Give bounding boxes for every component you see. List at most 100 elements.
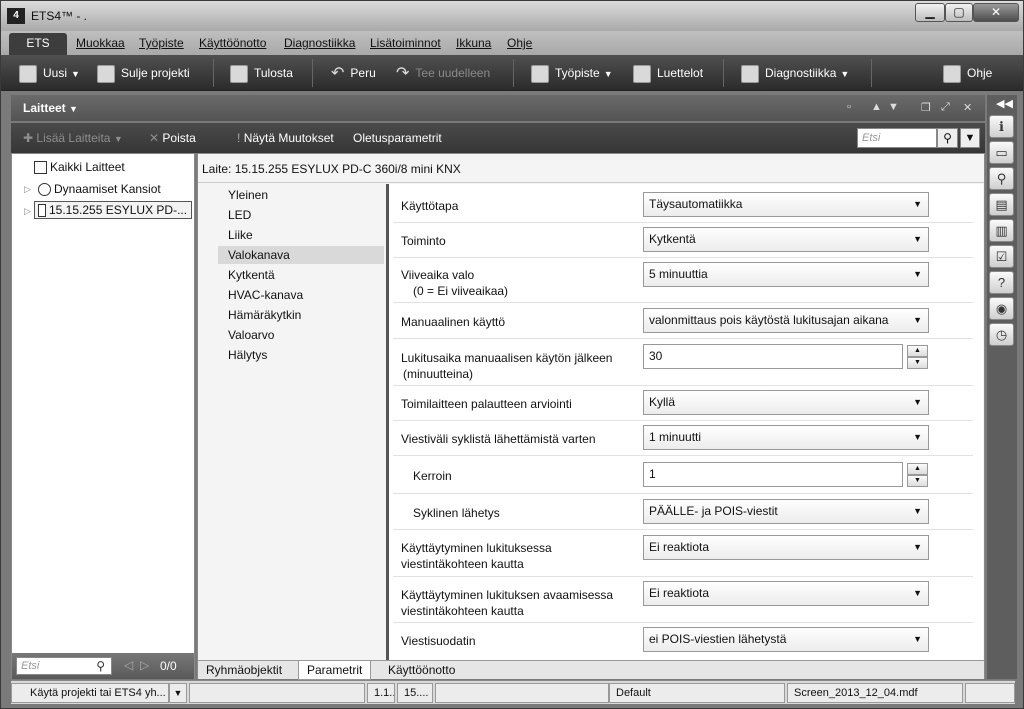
delete-button[interactable]: ✕ Poista [149,131,196,145]
close-project-button[interactable]: Sulje projekti [97,61,190,85]
menu-diagnostiikka[interactable]: Diagnostiikka [284,36,355,50]
menu-ohje[interactable]: Ohje [507,36,532,50]
undo-button[interactable]: ↶ Peru [331,61,376,85]
filter-icon[interactable]: ▼ [960,128,980,148]
menu-ets[interactable]: ETS [9,33,67,55]
menu-kayttoonotto[interactable]: Käyttöönotto [199,36,266,50]
search-icon[interactable]: ⚲ [937,128,958,148]
menu-lisatoiminnot[interactable]: Lisätoiminnot [370,36,441,50]
book-icon[interactable]: ▥ [989,219,1014,242]
chevron-down-icon: ▼ [71,69,80,79]
checklist-icon[interactable]: ☑ [989,245,1014,268]
chart-icon [741,64,759,83]
param-label: Käyttäytyminen lukituksessa [401,541,552,555]
media-icon[interactable]: ◉ [989,297,1014,320]
print-button[interactable]: Tulosta [230,61,293,85]
spin-up-icon[interactable]: ▲ [907,345,928,357]
workspace-button[interactable]: Työpiste ▼ [531,61,613,85]
tree-search-input[interactable]: Etsi ⚲ [16,657,112,675]
toolbar-divider [213,59,214,87]
dropdown-arrow-icon: ▼ [913,269,922,279]
tab-parameters[interactable]: Parametrit [298,661,372,680]
param-select-toiminto[interactable]: Kytkentä ▼ [643,227,929,252]
category-valokanava[interactable]: Valokanava [218,246,384,264]
category-yleinen[interactable]: Yleinen [218,186,384,204]
catalogs-button[interactable]: Luettelot [633,61,703,85]
previous-icon[interactable]: ◁ [124,658,133,672]
menu-ikkuna[interactable]: Ikkuna [456,36,491,50]
param-select-palaute[interactable]: Kyllä ▼ [643,390,929,415]
dropdown-arrow-icon: ▼ [913,588,922,598]
param-label: Viestisuodatin [401,634,476,648]
right-sidebar: ◀◀ ℹ ▭ ⚲ ▤ ▥ ☑ ? ◉ ◷ [987,95,1017,679]
category-hamarakytkin[interactable]: Hämäräkytkin [218,306,384,324]
add-devices-button[interactable]: ✚ Lisää Laitteita ▼ [23,131,123,145]
status-bar: Käytä projekti tai ETS4 yh... ▼ 1.1... 1… [11,680,1015,704]
divider [393,257,973,258]
panel-close-icon[interactable]: ✕ [963,101,972,114]
category-liike[interactable]: Liike [218,226,384,244]
panel-restore-icon[interactable]: ❐ [921,101,931,114]
parameter-list: Käyttötapa Täysautomatiikka ▼ Toiminto Ky… [389,184,983,660]
category-hvac-kanava[interactable]: HVAC-kanava [218,286,384,304]
help-button[interactable]: Ohje [943,61,992,85]
panel-title[interactable]: Laitteet ▼ [23,101,78,115]
category-kytkenta[interactable]: Kytkentä [218,266,384,284]
clock-icon[interactable]: ◷ [989,323,1014,346]
help-document-icon [943,64,961,83]
param-input-kerroin[interactable]: 1 [643,462,903,487]
show-changes-button[interactable]: ! Näytä Muutokset [237,131,334,145]
menu-muokkaa[interactable]: Muokkaa [76,36,125,50]
maximize-button[interactable]: ▢ [945,3,973,22]
param-select-kayttotapa[interactable]: Täysautomatiikka ▼ [643,192,929,217]
param-select-manuaalinen-kaytto[interactable]: valonmittaus pois käytöstä lukitusajan a… [643,308,929,333]
tree-item-all-devices[interactable]: Kaikki Laitteet [34,160,125,175]
param-select-viestisuodatin[interactable]: ei POIS-viestien lähetystä ▼ [643,627,929,652]
divider [393,529,973,530]
default-parameters-button[interactable]: Oletusparametrit [353,131,442,145]
expand-icon[interactable]: ▷ [24,184,31,195]
category-halytys[interactable]: Hälytys [218,346,384,364]
param-input-lukitusaika[interactable]: 30 [643,344,903,369]
window-icon[interactable]: ▤ [989,193,1014,216]
expand-icon[interactable]: ▷ [24,206,31,217]
tab-commissioning[interactable]: Käyttöönotto [380,661,463,680]
tree-item-dynamic-folders[interactable]: Dynaamiset Kansiot [38,182,161,197]
tab-group-objects[interactable]: Ryhmäobjektit [198,661,290,680]
devices-search-input[interactable]: Etsi [857,128,937,148]
redo-button[interactable]: ↷ Tee uudelleen [396,61,490,85]
help-icon[interactable]: ? [989,271,1014,294]
category-led[interactable]: LED [218,206,384,224]
devices-toolbar: ✚ Lisää Laitteita ▼ ✕ Poista ! Näytä Muu… [11,123,985,153]
collapse-sidebar-icon[interactable]: ◀◀ [996,97,1013,110]
param-select-syklinen-lahetys[interactable]: PÄÄLLE- ja POIS-viestit ▼ [643,499,929,524]
minimize-button[interactable]: ▁ [915,3,945,22]
info-icon[interactable]: ℹ [989,115,1014,138]
new-button[interactable]: Uusi ▼ [19,61,80,85]
new-document-icon [19,64,37,83]
magnifier-icon[interactable]: ⚲ [989,167,1014,190]
panel-pin-icon[interactable]: ▫ [847,101,851,113]
param-select-viiveaika[interactable]: 5 minuuttia ▼ [643,262,929,287]
panel-down-icon[interactable]: ▼ [888,101,899,113]
param-select-lukitus[interactable]: Ei reaktiota ▼ [643,535,929,560]
param-select-lukituksen-avaus[interactable]: Ei reaktiota ▼ [643,581,929,606]
panel-up-icon[interactable]: ▲ [871,101,882,113]
next-icon[interactable]: ▷ [140,658,149,672]
diagnostics-button[interactable]: Diagnostiikka ▼ [741,61,849,85]
tree-item-device[interactable]: 15.15.255 ESYLUX PD-... [34,201,192,220]
category-valoarvo[interactable]: Valoarvo [218,326,384,344]
spin-down-icon[interactable]: ▼ [907,475,928,487]
status-dropdown-icon[interactable]: ▼ [169,683,187,703]
panel-popout-icon[interactable]: ⤢ [941,101,950,114]
menu-tyopiste[interactable]: Työpiste [139,36,184,50]
param-select-viestivali[interactable]: 1 minuutti ▼ [643,425,929,450]
spin-up-icon[interactable]: ▲ [907,463,928,475]
close-button[interactable]: ✕ [973,3,1019,22]
search-icon[interactable]: ⚲ [96,659,105,673]
spin-down-icon[interactable]: ▼ [907,357,928,369]
folder-icon[interactable]: ▭ [989,141,1014,164]
dropdown-arrow-icon: ▼ [913,315,922,325]
chevron-down-icon: ▼ [113,134,123,144]
main-toolbar: Uusi ▼ Sulje projekti Tulosta ↶ Peru ↷ Tee … [1,55,1023,91]
